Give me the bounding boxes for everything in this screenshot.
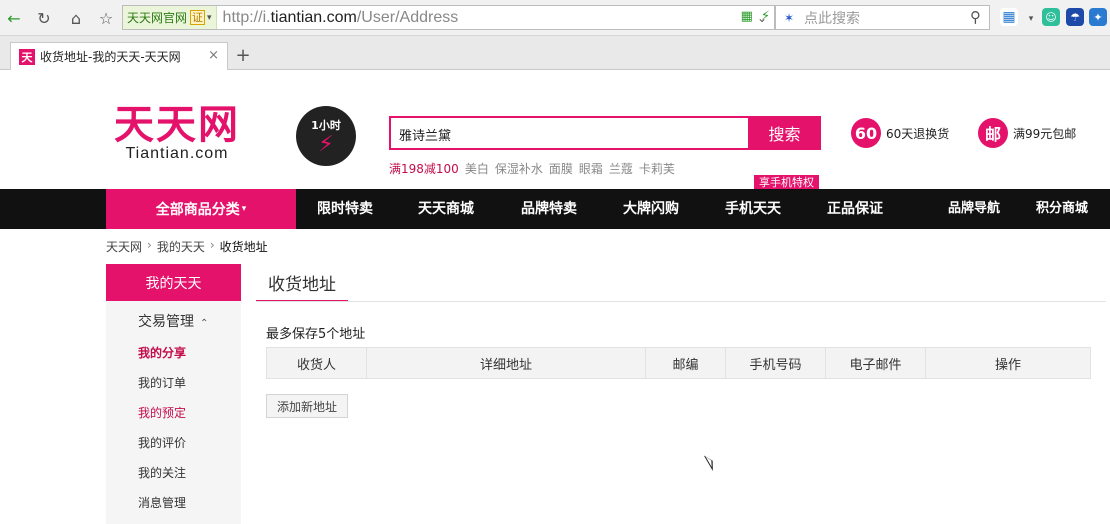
column-zip: 邮编 [646, 348, 726, 378]
sidebar-item-my-orders[interactable]: 我的订单 [138, 374, 186, 391]
extension-blue-icon[interactable]: ✦ [1089, 8, 1107, 26]
hot-keywords: 满198减100 美白 保湿补水 面膜 眼霜 兰蔻 卡莉芙 [389, 160, 675, 177]
page-title: 收货地址 [256, 264, 348, 302]
sidebar-group-trade[interactable]: 交易管理 ⌃ [138, 311, 208, 331]
chevron-down-icon: ▾ [207, 12, 212, 23]
mouse-cursor-icon [703, 452, 718, 472]
sidebar-item-my-reviews[interactable]: 我的评价 [138, 434, 186, 451]
address-limit-note: 最多保存5个地址 [266, 327, 366, 342]
logo-english: Tiantian.com [125, 145, 229, 162]
url-text[interactable]: http://i.tiantian.com/User/Address [223, 9, 459, 27]
service-text: 满99元包邮 [1013, 126, 1077, 141]
home-icon[interactable]: ⌂ [65, 7, 87, 29]
hot-keyword[interactable]: 兰蔻 [609, 160, 633, 177]
column-address: 详细地址 [367, 348, 646, 378]
hot-keyword[interactable]: 面膜 [549, 160, 573, 177]
hot-keyword[interactable]: 眼霜 [579, 160, 603, 177]
nav-item-brand-directory[interactable]: 品牌导航 [948, 189, 1000, 229]
search-icon[interactable]: ⚲ [970, 8, 981, 26]
browser-search-placeholder: 点此搜索 [804, 10, 860, 27]
site-logo[interactable]: 天天网 Tiantian.com [114, 103, 240, 163]
site-identity-chip[interactable]: 天天网官网 证 ▾ [123, 6, 217, 29]
chevron-down-icon: ▾ [241, 204, 247, 214]
chevron-right-icon: › [209, 238, 215, 252]
all-categories-button[interactable]: 全部商品分类 ▾ [106, 189, 296, 229]
site-name: 天天网官网 [127, 11, 188, 25]
browser-search-box[interactable]: ✶ 点此搜索 ⚲ [775, 5, 990, 30]
service-free-shipping[interactable]: 邮 满99元包邮 [978, 118, 1076, 148]
address-table-header: 收货人 详细地址 邮编 手机号码 电子邮件 操作 [266, 347, 1091, 379]
sidebar-item-messages[interactable]: 消息管理 [138, 494, 186, 511]
apps-chevron-icon[interactable]: ▾ [1020, 8, 1042, 30]
site-search-bar: 雅诗兰黛 搜索 [389, 116, 821, 150]
search-input[interactable]: 雅诗兰黛 [399, 125, 451, 144]
extension-face-icon[interactable]: ☺ [1042, 8, 1060, 26]
nav-item-points-mall[interactable]: 积分商城 [1036, 189, 1088, 229]
hot-keyword[interactable]: 保湿补水 [495, 160, 543, 177]
tab-title: 收货地址-我的天天-天天网 [40, 50, 181, 64]
breadcrumb-current: 收货地址 [219, 240, 268, 254]
main-nav: 全部商品分类 ▾ 限时特卖 天天商城 品牌特卖 大牌闪购 手机天天 正品保证 品… [0, 189, 1110, 229]
browser-toolbar: ← ↻ ⌂ ☆ 天天网官网 证 ▾ http://i.tiantian.com/… [0, 0, 1110, 36]
sidebar-header[interactable]: 我的天天 [106, 264, 241, 301]
tab-bar: 天 收货地址-我的天天-天天网 × + [0, 36, 1110, 70]
nav-item-authentic[interactable]: 正品保证 [827, 189, 883, 229]
sidebar-item-my-reservations[interactable]: 我的预定 [138, 404, 186, 421]
breadcrumb-my-tiantian[interactable]: 我的天天 [157, 238, 205, 255]
column-recipient: 收货人 [267, 348, 367, 378]
nav-item-brand-sale[interactable]: 品牌特卖 [521, 189, 577, 229]
tab-active[interactable]: 天 收货地址-我的天天-天天网 × [10, 42, 228, 70]
sidebar-group-label: 交易管理 [138, 314, 194, 330]
breadcrumb-home[interactable]: 天天网 [106, 238, 142, 255]
baidu-engine-icon[interactable]: ✶ [776, 6, 802, 29]
one-hour-label: 1小时 [311, 119, 341, 132]
url-domain: tiantian.com [270, 8, 357, 26]
close-tab-icon[interactable]: × [208, 48, 219, 63]
hot-keyword[interactable]: 卡莉芙 [639, 160, 675, 177]
lightning-icon: ⚡ [318, 132, 334, 157]
chevron-right-icon: › [147, 238, 152, 252]
tiantian-favicon-icon: 天 [19, 48, 35, 65]
hot-keyword[interactable]: 美白 [465, 160, 489, 177]
certificate-icon: 证 [190, 10, 206, 25]
shield-icon[interactable]: ☂ [1066, 8, 1084, 26]
hot-keyword-promo[interactable]: 满198减100 [389, 160, 459, 177]
all-categories-label: 全部商品分类 [155, 202, 240, 218]
back-icon[interactable]: ← [3, 7, 25, 29]
search-button[interactable]: 搜索 [748, 116, 821, 150]
service-return-policy[interactable]: 60 60天退换货 [851, 118, 949, 148]
mail-icon: 邮 [978, 118, 1008, 148]
add-address-button[interactable]: 添加新地址 [266, 394, 348, 418]
apps-grid-icon[interactable]: ▦ [1000, 8, 1018, 26]
chevron-up-icon: ⌃ [200, 318, 209, 329]
title-divider [256, 301, 1106, 302]
favorite-star-icon[interactable]: ☆ [95, 7, 117, 29]
logo-chinese: 天天网 [114, 102, 240, 148]
refresh-icon[interactable]: ↻ [33, 7, 55, 29]
service-text: 60天退换货 [886, 126, 950, 141]
nav-item-flash-sale[interactable]: 限时特卖 [317, 189, 373, 229]
new-tab-button[interactable]: + [233, 46, 253, 66]
sidebar-item-my-share[interactable]: 我的分享 [138, 344, 186, 361]
url-path: /User/Address [356, 8, 459, 26]
one-hour-delivery-badge[interactable]: 1小时 ⚡ [296, 106, 356, 166]
nav-item-mobile[interactable]: 手机天天 [725, 189, 781, 229]
nav-item-big-brand-flash[interactable]: 大牌闪购 [623, 189, 679, 229]
column-phone: 手机号码 [726, 348, 826, 378]
column-email: 电子邮件 [826, 348, 926, 378]
address-bar[interactable]: 天天网官网 证 ▾ http://i.tiantian.com/User/Add… [122, 5, 775, 30]
url-prefix: http://i. [222, 8, 271, 26]
breadcrumb: 天天网 › 我的天天 › 收货地址 [106, 238, 268, 255]
nav-item-mall[interactable]: 天天商城 [418, 189, 474, 229]
dropdown-chevron-icon[interactable]: ⌄ [751, 7, 773, 29]
account-sidebar: 我的天天 交易管理 ⌃ 我的分享 我的订单 我的预定 我的评价 我的关注 消息管理 [106, 264, 241, 524]
return-60-icon: 60 [851, 118, 881, 148]
sidebar-item-my-follows[interactable]: 我的关注 [138, 464, 186, 481]
column-actions: 操作 [994, 357, 1021, 373]
